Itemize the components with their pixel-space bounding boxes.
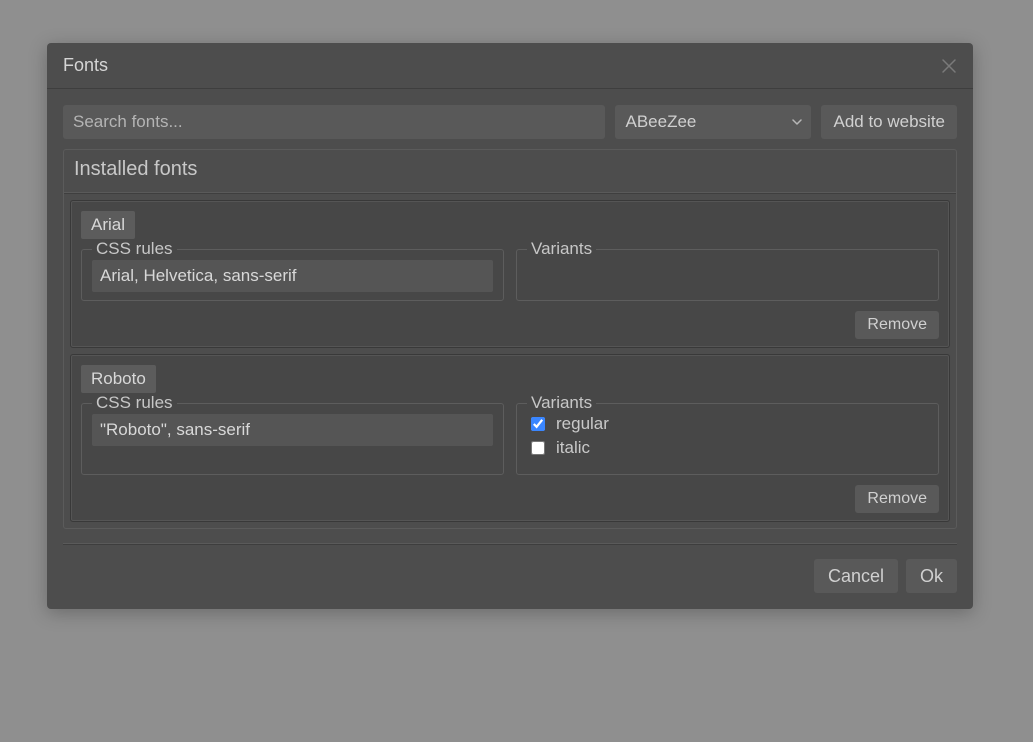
dialog-title: Fonts: [63, 55, 108, 75]
font-name-chip: Roboto: [81, 365, 156, 393]
font-name-chip: Arial: [81, 211, 135, 239]
variants-list: regular italic: [527, 414, 928, 458]
search-input[interactable]: [63, 105, 605, 139]
installed-fonts-body: Arial CSS rules Variants Remove: [64, 200, 956, 522]
remove-font-button[interactable]: Remove: [855, 311, 939, 339]
css-rules-input[interactable]: [92, 260, 493, 292]
css-rules-label: CSS rules: [92, 239, 177, 259]
top-toolbar: ABeeZee Add to website: [63, 105, 957, 139]
ok-button[interactable]: Ok: [906, 559, 957, 593]
dialog-body: ABeeZee Add to website Installed fonts A…: [47, 89, 973, 545]
installed-fonts-section: Installed fonts Arial CSS rules Variants: [63, 149, 957, 529]
add-to-website-button[interactable]: Add to website: [821, 105, 957, 139]
chevron-down-icon: [791, 116, 803, 128]
variants-group: Variants regular italic: [516, 403, 939, 475]
variant-checkbox[interactable]: [531, 441, 545, 455]
font-card: Arial CSS rules Variants Remove: [70, 200, 950, 348]
remove-font-button[interactable]: Remove: [855, 485, 939, 513]
variant-checkbox[interactable]: [531, 417, 545, 431]
cancel-button[interactable]: Cancel: [814, 559, 898, 593]
css-rules-label: CSS rules: [92, 393, 177, 413]
installed-fonts-title: Installed fonts: [64, 150, 956, 194]
fonts-dialog: Fonts ABeeZee Add to website Installed f…: [47, 43, 973, 609]
variant-label: regular: [556, 414, 609, 434]
dialog-header: Fonts: [47, 43, 973, 89]
variant-row[interactable]: regular: [527, 414, 928, 434]
css-rules-group: CSS rules: [81, 403, 504, 475]
variant-label: italic: [556, 438, 590, 458]
variants-label: Variants: [527, 393, 596, 413]
variants-group: Variants: [516, 249, 939, 301]
css-rules-group: CSS rules: [81, 249, 504, 301]
close-icon[interactable]: [939, 56, 959, 76]
variants-label: Variants: [527, 239, 596, 259]
dialog-footer: Cancel Ok: [47, 545, 973, 593]
font-family-select-value: ABeeZee: [625, 112, 696, 132]
font-family-select[interactable]: ABeeZee: [615, 105, 811, 139]
font-card: Roboto CSS rules Variants regular: [70, 354, 950, 522]
css-rules-input[interactable]: [92, 414, 493, 446]
variant-row[interactable]: italic: [527, 438, 928, 458]
